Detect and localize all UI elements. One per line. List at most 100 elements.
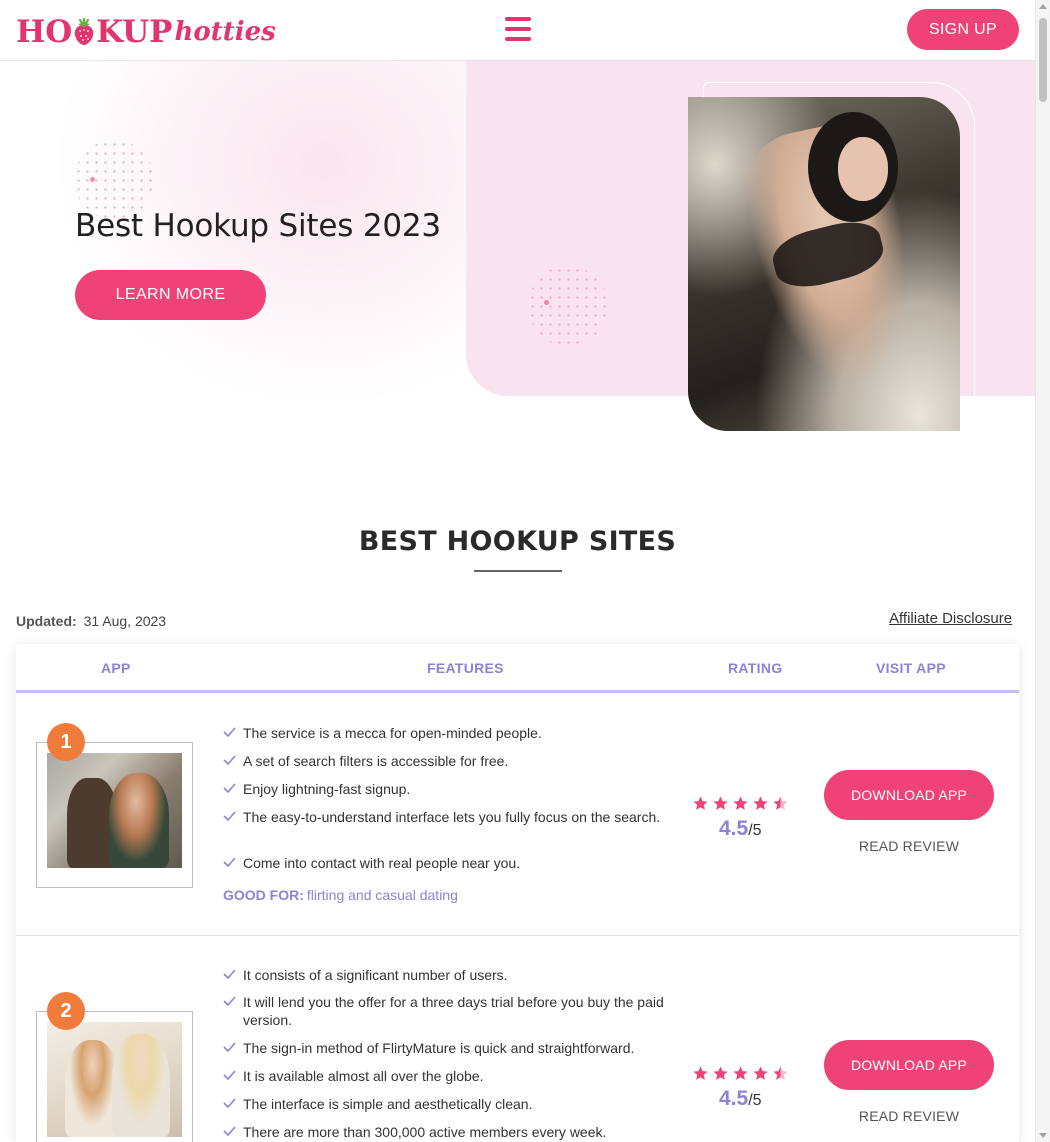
hamburger-bar (505, 27, 531, 31)
column-header-app: APP (101, 660, 131, 676)
check-icon (223, 755, 236, 765)
ranking-table: APP FEATURES RATING VISIT APP 1 The serv… (16, 644, 1019, 1142)
decor-dots (528, 266, 608, 346)
star-icon (733, 1066, 748, 1080)
strawberry-icon (75, 18, 94, 45)
section-title: BEST HOOKUP SITES (358, 526, 677, 557)
star-icon (713, 1066, 728, 1080)
image-figure (112, 1034, 170, 1137)
hamburger-bar (505, 17, 531, 21)
scrollbar-thumb[interactable] (1039, 18, 1047, 102)
feature-text: The easy-to-understand interface lets yo… (243, 809, 661, 825)
feature-text: A set of search filters is accessible fo… (243, 753, 509, 769)
app-image (47, 753, 182, 868)
scroll-up-icon[interactable] (1039, 4, 1047, 9)
logo-script: hotties (174, 17, 276, 47)
updated-label: Updated: (16, 613, 77, 629)
sign-up-button[interactable]: SIGN UP (907, 9, 1019, 50)
hero-photo (688, 97, 960, 431)
feature-item: The interface is simple and aestheticall… (223, 1095, 668, 1113)
rating-value: 4.5 (719, 1087, 749, 1110)
star-icon (753, 796, 768, 810)
rating-value: 4.5 (719, 817, 749, 840)
scroll-down-icon[interactable] (1039, 1133, 1047, 1138)
good-for-text: flirting and casual dating (306, 887, 458, 903)
star-icon (693, 1066, 708, 1080)
feature-text: It is available almost all over the glob… (243, 1068, 484, 1084)
hero-title: Best Hookup Sites 2023 (75, 208, 441, 244)
app-thumbnail[interactable] (36, 1011, 193, 1142)
feature-text: The interface is simple and aestheticall… (243, 1096, 533, 1112)
feature-item: Come into contact with real people near … (223, 854, 668, 872)
column-header-visit-app: VISIT APP (876, 660, 946, 676)
feature-text: It will lend you the offer for a three d… (243, 994, 664, 1028)
photo-figure-face (838, 137, 888, 201)
star-rating (692, 795, 792, 813)
feature-text: Enjoy lightning-fast signup. (243, 781, 411, 797)
check-icon (223, 1126, 236, 1136)
feature-item: The sign-in method of FlirtyMature is qu… (223, 1039, 668, 1057)
decor-dot (90, 177, 95, 182)
read-review-link[interactable]: READ REVIEW (824, 1108, 994, 1124)
column-header-rating: RATING (728, 660, 783, 676)
check-icon (223, 996, 236, 1006)
rating-max: /5 (748, 822, 762, 839)
updated-date: 31 Aug, 2023 (83, 613, 167, 629)
affiliate-disclosure-link[interactable]: Affiliate Disclosure (889, 610, 1012, 627)
check-icon (223, 1070, 236, 1080)
star-icon (693, 796, 708, 810)
image-figure (109, 773, 169, 868)
check-icon (223, 783, 236, 793)
feature-text: The service is a mecca for open-minded p… (243, 725, 542, 741)
hamburger-icon[interactable] (505, 17, 531, 43)
site-header: HO KUP hotties SIGN UP (0, 0, 1035, 61)
rating-max: /5 (748, 1092, 762, 1109)
check-icon (223, 969, 236, 979)
updated-info: Updated: 31 Aug, 2023 (16, 613, 166, 629)
app-thumbnail[interactable] (36, 742, 193, 888)
check-icon (223, 857, 236, 867)
feature-item: The easy-to-understand interface lets yo… (223, 808, 668, 826)
feature-text: The sign-in method of FlirtyMature is qu… (243, 1040, 635, 1056)
app-image (47, 1022, 182, 1137)
download-app-button[interactable]: DOWNLOAD APP (824, 1040, 994, 1090)
star-icon (773, 796, 788, 810)
rating-score: 4.5/5 (719, 1087, 762, 1111)
section-divider (474, 570, 562, 572)
check-icon (223, 811, 236, 821)
feature-text: There are more than 300,000 active membe… (243, 1124, 607, 1140)
rank-badge: 2 (47, 992, 85, 1030)
read-review-link[interactable]: READ REVIEW (824, 838, 994, 854)
logo-text-start: HO (16, 14, 73, 50)
page-scrollbar[interactable] (1035, 0, 1050, 1142)
feature-item: Enjoy lightning-fast signup. (223, 780, 668, 798)
star-icon (773, 1066, 788, 1080)
star-icon (733, 796, 748, 810)
star-icon (713, 796, 728, 810)
table-header: APP FEATURES RATING VISIT APP (16, 644, 1019, 693)
star-icon (753, 1066, 768, 1080)
feature-item: There are more than 300,000 active membe… (223, 1123, 668, 1141)
feature-item: It consists of a significant number of u… (223, 966, 668, 984)
column-header-features: FEATURES (427, 660, 504, 676)
site-logo[interactable]: HO KUP hotties (16, 12, 276, 52)
feature-item: The service is a mecca for open-minded p… (223, 724, 668, 742)
rating-score: 4.5/5 (719, 817, 762, 841)
good-for-label: GOOD FOR: (223, 887, 304, 903)
good-for: GOOD FOR: flirting and casual dating (223, 887, 458, 903)
download-app-button[interactable]: DOWNLOAD APP (824, 770, 994, 820)
decor-dot (544, 300, 549, 305)
feature-item: It is available almost all over the glob… (223, 1067, 668, 1085)
logo-text-end: KUP (96, 14, 173, 50)
table-row: 1 The service is a mecca for open-minded… (16, 693, 1019, 936)
star-rating (692, 1065, 792, 1083)
feature-item: A set of search filters is accessible fo… (223, 752, 668, 770)
check-icon (223, 1098, 236, 1108)
feature-text: Come into contact with real people near … (243, 855, 521, 871)
learn-more-button[interactable]: LEARN MORE (75, 270, 266, 320)
rank-badge: 1 (47, 723, 85, 761)
table-row: 2 It consists of a significant number of… (16, 936, 1019, 1142)
feature-item: It will lend you the offer for a three d… (223, 993, 668, 1029)
feature-text: It consists of a significant number of u… (243, 967, 508, 983)
hamburger-bar (505, 37, 531, 41)
